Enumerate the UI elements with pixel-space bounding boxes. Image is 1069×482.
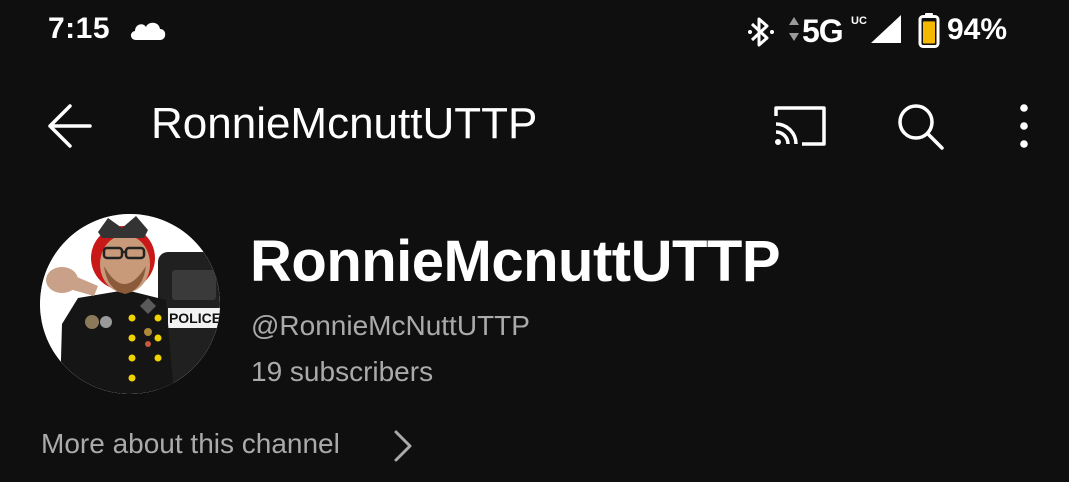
battery-percent: 94% bbox=[947, 13, 1008, 46]
status-time: 7:15 bbox=[48, 12, 111, 45]
battery-icon bbox=[918, 12, 940, 48]
page-title: RonnieMcnuttUTTP bbox=[151, 99, 538, 148]
app-bar: RonnieMcnuttUTTP bbox=[0, 74, 1069, 178]
bluetooth-icon bbox=[747, 14, 775, 50]
more-about-label: More about this channel bbox=[41, 428, 340, 459]
data-activity-icon bbox=[788, 15, 800, 43]
more-options-button[interactable] bbox=[1002, 96, 1046, 156]
back-button[interactable] bbox=[36, 96, 104, 156]
search-button[interactable] bbox=[888, 94, 952, 158]
more-vert-icon bbox=[1002, 96, 1046, 156]
arrow-back-icon bbox=[36, 96, 104, 156]
avatar-badge-text: POLICE bbox=[169, 310, 220, 326]
search-icon bbox=[888, 94, 952, 158]
channel-handle: @RonnieMcNuttUTTP bbox=[251, 310, 530, 341]
channel-name: RonnieMcnuttUTTP bbox=[250, 229, 781, 294]
chevron-right-icon bbox=[388, 426, 416, 466]
network-type: 5G bbox=[802, 13, 844, 49]
status-bar: 7:15 5G UC 94% bbox=[0, 0, 1069, 64]
cloud-icon bbox=[128, 18, 168, 42]
cast-button[interactable] bbox=[768, 96, 832, 156]
network-suffix: UC bbox=[851, 15, 867, 27]
network-indicator: 5G UC bbox=[788, 10, 868, 50]
subscriber-count: 19 subscribers bbox=[251, 356, 434, 387]
channel-avatar[interactable]: POLICE bbox=[40, 214, 220, 394]
signal-icon bbox=[869, 13, 903, 45]
more-about-channel-link[interactable]: More about this channel bbox=[38, 420, 428, 472]
cast-icon bbox=[768, 96, 832, 156]
